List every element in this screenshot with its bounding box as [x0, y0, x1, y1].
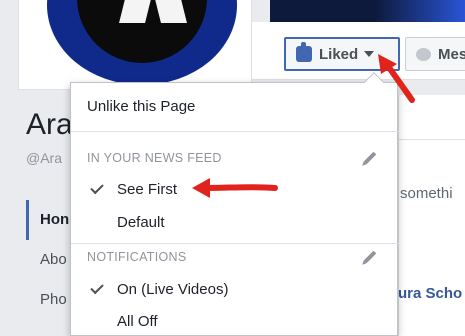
profile-picture: [47, 0, 237, 85]
see-first-label: See First: [117, 181, 178, 198]
live-videos-item[interactable]: On (Live Videos): [71, 275, 399, 305]
news-feed-section-header: IN YOUR NEWS FEED: [87, 151, 222, 165]
caret-down-icon: [364, 51, 375, 57]
message-label: Mes: [438, 45, 465, 63]
page-handle[interactable]: @Ara: [26, 150, 62, 166]
menu-divider: [71, 131, 399, 132]
messenger-icon: [416, 47, 431, 61]
menu-divider: [71, 243, 399, 244]
notifications-section-header: NOTIFICATIONS: [87, 250, 187, 264]
default-item[interactable]: Default: [71, 208, 399, 238]
see-first-item[interactable]: See First: [71, 175, 399, 205]
check-icon: [90, 280, 104, 295]
message-button[interactable]: Mes: [405, 37, 465, 71]
all-off-item[interactable]: All Off: [71, 307, 399, 336]
pencil-icon[interactable]: [363, 151, 377, 165]
live-videos-label: On (Live Videos): [117, 281, 229, 298]
cover-photo[interactable]: [270, 0, 465, 22]
default-label: Default: [117, 214, 165, 231]
check-icon: [90, 180, 104, 195]
profile-picture-frame[interactable]: [18, 0, 252, 90]
school-link[interactable]: ura Scho: [398, 285, 462, 302]
unlike-page-item[interactable]: Unlike this Page: [71, 92, 399, 122]
page-name: Ara: [26, 108, 73, 141]
thumbs-up-icon: [296, 42, 312, 62]
liked-label: Liked: [319, 45, 359, 63]
liked-dropdown-menu: Unlike this Page IN YOUR NEWS FEED See F…: [70, 72, 399, 336]
all-off-label: All Off: [117, 313, 158, 330]
create-post-prompt[interactable]: somethi: [400, 185, 453, 202]
pencil-icon[interactable]: [363, 250, 377, 264]
liked-button[interactable]: Liked: [284, 37, 400, 71]
